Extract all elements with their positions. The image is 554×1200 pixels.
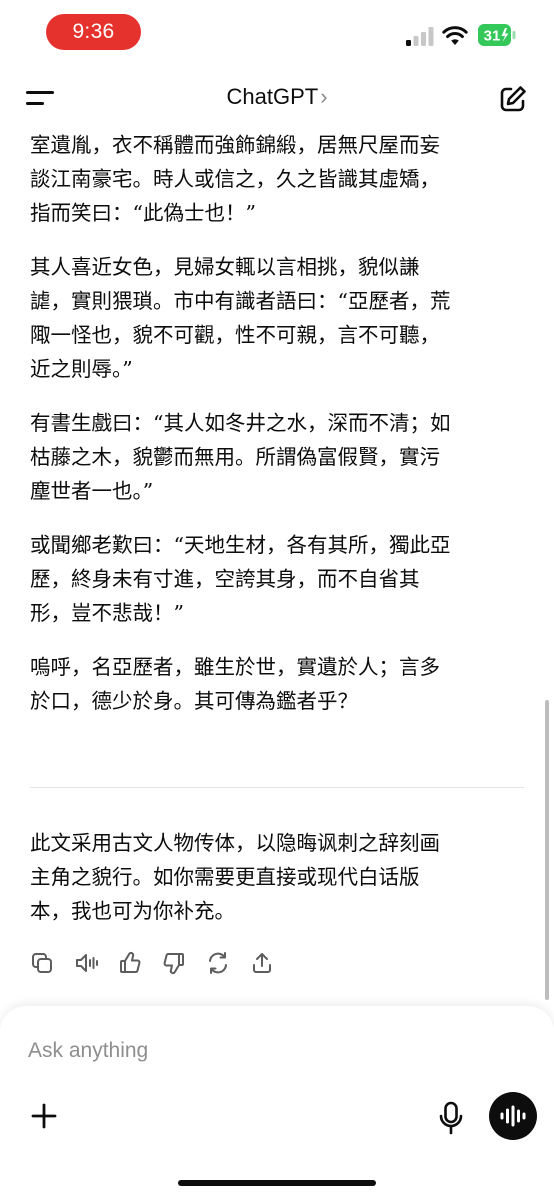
composer [0,1006,554,1200]
message-note: 此文采用古文人物传体，以隐晦讽刺之辞刻画 主角之貌行。如你需要更直接或现代白话版… [30,826,526,928]
message-actions [30,950,274,976]
top-nav: ChatGPT› [0,74,554,122]
text-line: 塵世者一也。” [30,479,154,503]
text-line: 室遺胤，衣不稱體而強飾錦緞，居無尺屋而妄 [30,133,440,157]
text-line: 主角之貌行。如你需要更直接或现代白话版 [30,865,420,889]
voice-waveform-icon [500,1105,526,1127]
message-paragraph-5: 嗚呼，名亞歷者，雖生於世，實遺於人；言多 於口，德少於身。其可傳為鑑者乎？ [30,650,526,718]
ask-input[interactable] [28,1036,448,1066]
text-line: 其人喜近女色，見婦女輒以言相挑，貌似謙 [30,255,420,279]
message-paragraph-4: 或聞鄉老歎曰：“天地生材，各有其所，獨此亞 歷，終身未有寸進，空誇其身，而不自省… [30,528,526,630]
text-line: 歷，終身未有寸進，空誇其身，而不自省其 [30,567,420,591]
new-chat-icon[interactable] [498,84,528,114]
text-line: 指而笑曰：“此偽士也！” [30,201,256,225]
text-line: 謔，實則猥瑣。市中有識者語曰：“亞歷者，荒 [30,289,451,313]
message-paragraph-1: 室遺胤，衣不稱體而強飾錦緞，居無尺屋而妄 談江南豪宅。時人或信之，久之皆識其虛矯… [30,128,526,230]
voice-mode-button[interactable] [489,1092,537,1140]
copy-icon[interactable] [30,951,54,975]
text-line: 或聞鄉老歎曰：“天地生材，各有其所，獨此亞 [30,533,451,557]
battery-icon: 31 [478,24,516,46]
thumbs-up-icon[interactable] [118,951,142,975]
text-line: 有書生戲曰：“其人如冬井之水，深而不清；如 [30,411,451,435]
plus-icon[interactable] [30,1102,58,1130]
cellular-signal-icon [406,27,434,46]
model-selector[interactable]: ChatGPT› [0,84,554,110]
scrollbar[interactable] [545,700,549,1000]
status-bar: 9:36 31 [0,0,554,66]
status-time: 9:36 [46,14,141,50]
text-line: 陬一怪也，貌不可觀，性不可親，言不可聽， [30,323,440,347]
text-line: 於口，德少於身。其可傳為鑑者乎？ [30,689,358,713]
message-paragraph-3: 有書生戲曰：“其人如冬井之水，深而不清；如 枯藤之木，貌鬱而無用。所謂偽富假賢，… [30,406,526,508]
section-divider [30,787,524,788]
read-aloud-icon[interactable] [74,951,98,975]
text-line: 嗚呼，名亞歷者，雖生於世，實遺於人；言多 [30,655,440,679]
share-icon[interactable] [250,951,274,975]
text-line: 本，我也可为你补充。 [30,899,235,923]
wifi-icon [442,26,468,45]
chevron-right-icon: › [320,84,328,109]
battery-level: 31 [484,28,501,45]
text-line: 形，豈不悲哉！” [30,601,184,625]
home-indicator [178,1180,376,1186]
microphone-icon[interactable] [438,1101,464,1135]
model-title: ChatGPT [226,84,319,109]
text-line: 談江南豪宅。時人或信之，久之皆識其虛矯， [30,167,440,191]
message-paragraph-2: 其人喜近女色，見婦女輒以言相挑，貌似謙 謔，實則猥瑣。市中有識者語曰：“亞歷者，… [30,250,526,386]
thumbs-down-icon[interactable] [162,951,186,975]
regenerate-icon[interactable] [206,951,230,975]
text-line: 近之則辱。” [30,357,133,381]
text-line: 此文采用古文人物传体，以隐晦讽刺之辞刻画 [30,831,440,855]
text-line: 枯藤之木，貌鬱而無用。所謂偽富假賢，實污 [30,445,440,469]
